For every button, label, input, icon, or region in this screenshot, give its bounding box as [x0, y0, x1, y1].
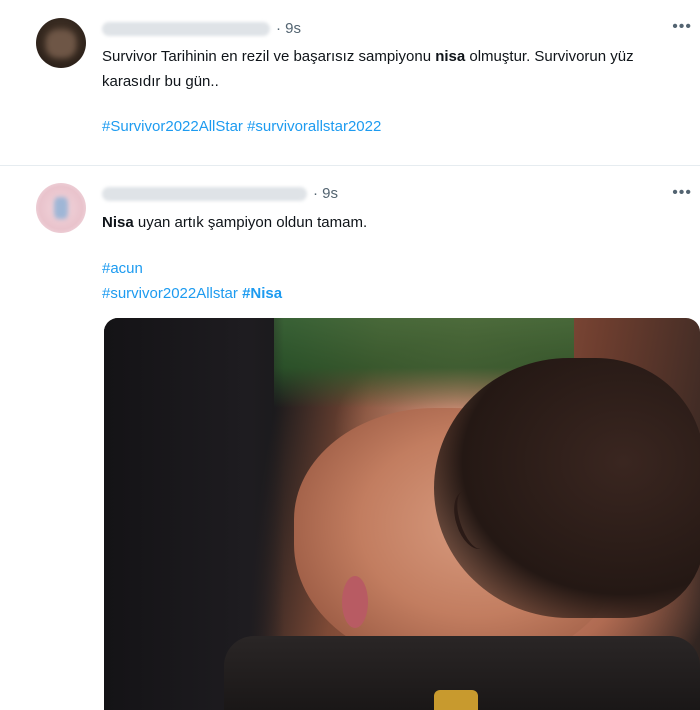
- tweet-text: Survivor Tarihinin en rezil ve başarısız…: [102, 44, 692, 94]
- avatar[interactable]: [36, 18, 86, 68]
- tweet-photo[interactable]: [104, 318, 700, 710]
- tweet-text-part: Survivor Tarihinin en rezil ve başarısız…: [102, 48, 436, 65]
- photo-lips: [342, 576, 368, 628]
- timestamp[interactable]: · 9s: [313, 185, 338, 202]
- hashtag-link[interactable]: #Nisa: [242, 285, 282, 302]
- tweet[interactable]: · 9s ••• Nisa uyan artık şampiyon oldun …: [0, 166, 700, 710]
- hashtag-line: #Survivor2022AllStar #survivorallstar202…: [102, 114, 692, 139]
- hashtag-link[interactable]: #survivor2022Allstar: [102, 285, 238, 302]
- hashtag-link[interactable]: #Survivor2022AllStar: [102, 118, 243, 135]
- tweet-header: · 9s: [102, 185, 338, 202]
- more-icon[interactable]: •••: [672, 18, 692, 36]
- tweet[interactable]: · 9s ••• Survivor Tarihinin en rezil ve …: [0, 0, 700, 165]
- blurred-username[interactable]: [102, 186, 307, 201]
- timestamp[interactable]: · 9s: [276, 20, 301, 37]
- blurred-username[interactable]: [102, 21, 270, 36]
- hashtag-lines: #acun #survivor2022Allstar #Nisa: [102, 256, 692, 306]
- tweet-text-part: uyan artık şampiyon oldun tamam.: [133, 214, 368, 231]
- tweet-text: Nisa uyan artık şampiyon oldun tamam.: [102, 210, 692, 235]
- tweet-feed: · 9s ••• Survivor Tarihinin en rezil ve …: [0, 0, 700, 710]
- photo-hair: [434, 358, 700, 618]
- hashtag-link[interactable]: #acun: [102, 260, 143, 277]
- tweet-text-bold: Nisa: [102, 214, 134, 231]
- tweet-header: · 9s: [102, 20, 301, 37]
- avatar[interactable]: [36, 183, 86, 233]
- photo-pillow-accent: [434, 690, 478, 710]
- tweet-text-bold: nisa: [435, 48, 466, 65]
- hashtag-link[interactable]: #survivorallstar2022: [247, 118, 381, 135]
- more-icon[interactable]: •••: [672, 184, 692, 202]
